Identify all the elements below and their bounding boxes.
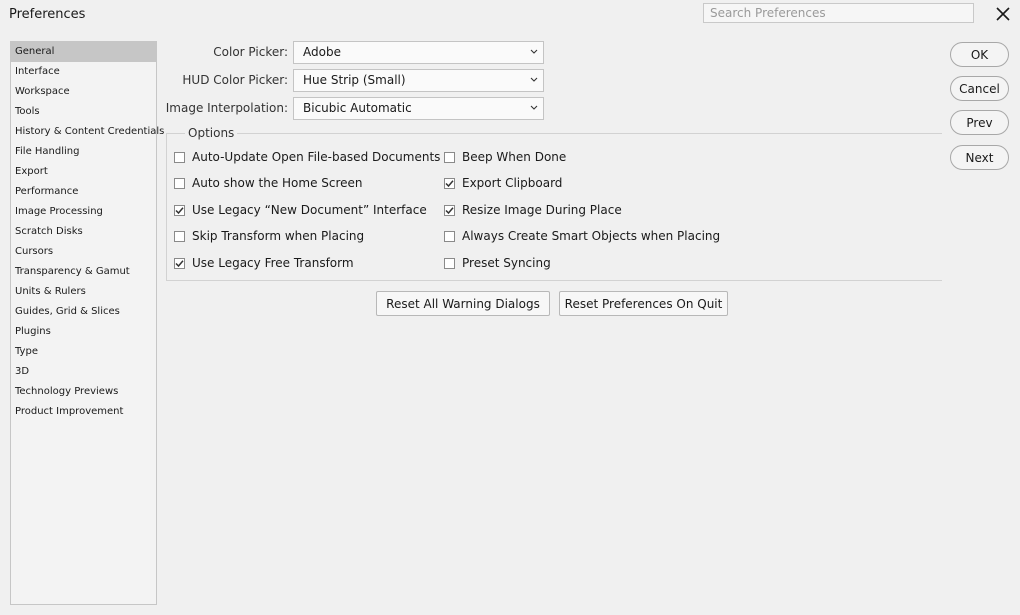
checkbox-box[interactable] — [444, 177, 455, 189]
checkmark-icon — [445, 206, 454, 214]
close-button[interactable] — [993, 4, 1013, 24]
reset-preferences-button[interactable]: Reset Preferences On Quit — [559, 291, 728, 316]
sidebar-item-file-handling[interactable]: File Handling — [11, 142, 156, 162]
hud-color-picker-value: Hue Strip (Small) — [303, 73, 406, 87]
sidebar-item-3d[interactable]: 3D — [11, 362, 156, 382]
checkbox-box[interactable] — [444, 257, 455, 269]
legacy-free-transform-checkbox[interactable]: Use Legacy Free Transform — [174, 256, 354, 270]
checkbox-box[interactable] — [444, 230, 455, 242]
chevron-down-icon — [530, 49, 538, 54]
prev-button[interactable]: Prev — [950, 110, 1009, 135]
sidebar-item-history[interactable]: History & Content Credentials — [11, 122, 164, 142]
sidebar-item-type[interactable]: Type — [11, 342, 156, 362]
window-title: Preferences — [9, 7, 86, 22]
sidebar-item-general[interactable]: General — [11, 42, 156, 62]
legacy-new-document-checkbox[interactable]: Use Legacy “New Document” Interface — [174, 203, 427, 217]
sidebar-item-scratch-disks[interactable]: Scratch Disks — [11, 222, 156, 242]
color-picker-select[interactable]: Adobe — [293, 41, 544, 64]
checkmark-icon — [175, 206, 184, 214]
checkmark-icon — [445, 179, 454, 187]
checkbox-label: Use Legacy Free Transform — [192, 256, 354, 270]
checkbox-box[interactable] — [174, 151, 185, 163]
image-interpolation-select[interactable]: Bicubic Automatic — [293, 97, 544, 120]
checkbox-label: Auto-Update Open File-based Documents — [192, 150, 441, 164]
hud-color-picker-select[interactable]: Hue Strip (Small) — [293, 69, 544, 92]
checkbox-label: Use Legacy “New Document” Interface — [192, 203, 427, 217]
chevron-down-icon — [530, 77, 538, 82]
options-legend: Options — [185, 126, 238, 140]
color-picker-value: Adobe — [303, 45, 341, 59]
checkbox-box[interactable] — [174, 204, 185, 216]
sidebar-item-cursors[interactable]: Cursors — [11, 242, 156, 262]
checkbox-label: Export Clipboard — [462, 176, 563, 190]
sidebar-item-image-processing[interactable]: Image Processing — [11, 202, 156, 222]
smart-objects-checkbox[interactable]: Always Create Smart Objects when Placing — [444, 229, 720, 243]
checkbox-label: Skip Transform when Placing — [192, 229, 365, 243]
checkbox-label: Always Create Smart Objects when Placing — [462, 229, 721, 243]
checkbox-box[interactable] — [444, 204, 455, 216]
export-clipboard-checkbox[interactable]: Export Clipboard — [444, 176, 562, 190]
sidebar-item-plugins[interactable]: Plugins — [11, 322, 156, 342]
ok-button[interactable]: OK — [950, 42, 1009, 67]
checkmark-icon — [175, 259, 184, 267]
hud-color-picker-label: HUD Color Picker: — [182, 73, 288, 87]
sidebar-item-product-improvement[interactable]: Product Improvement — [11, 402, 156, 422]
checkbox-box[interactable] — [174, 177, 185, 189]
auto-update-checkbox[interactable]: Auto-Update Open File-based Documents — [174, 150, 440, 164]
sidebar-item-performance[interactable]: Performance — [11, 182, 156, 202]
sidebar-item-units-rulers[interactable]: Units & Rulers — [11, 282, 156, 302]
preset-syncing-checkbox[interactable]: Preset Syncing — [444, 256, 551, 270]
checkbox-label: Resize Image During Place — [462, 203, 622, 217]
checkbox-label: Preset Syncing — [462, 256, 551, 270]
checkbox-label: Auto show the Home Screen — [192, 176, 363, 190]
reset-warning-dialogs-button[interactable]: Reset All Warning Dialogs — [376, 291, 550, 316]
sidebar-item-tools[interactable]: Tools — [11, 102, 156, 122]
close-icon — [996, 7, 1010, 21]
image-interpolation-label: Image Interpolation: — [165, 101, 288, 115]
sidebar-item-guides[interactable]: Guides, Grid & Slices — [11, 302, 156, 322]
color-picker-label: Color Picker: — [213, 45, 288, 59]
next-button[interactable]: Next — [950, 145, 1009, 170]
resize-image-during-place-checkbox[interactable]: Resize Image During Place — [444, 203, 622, 217]
image-interpolation-value: Bicubic Automatic — [303, 101, 412, 115]
beep-when-done-checkbox[interactable]: Beep When Done — [444, 150, 566, 164]
category-sidebar: General Interface Workspace Tools Histor… — [10, 41, 164, 605]
sidebar-item-transparency[interactable]: Transparency & Gamut — [11, 262, 156, 282]
chevron-down-icon — [530, 105, 538, 110]
title-bar: Preferences — [0, 0, 1020, 28]
checkbox-box[interactable] — [174, 257, 185, 269]
sidebar-item-workspace[interactable]: Workspace — [11, 82, 156, 102]
search-input[interactable] — [703, 3, 974, 23]
checkbox-box[interactable] — [174, 230, 185, 242]
sidebar-item-interface[interactable]: Interface — [11, 62, 156, 82]
auto-show-home-checkbox[interactable]: Auto show the Home Screen — [174, 176, 363, 190]
checkbox-label: Beep When Done — [462, 150, 567, 164]
checkbox-box[interactable] — [444, 151, 455, 163]
skip-transform-checkbox[interactable]: Skip Transform when Placing — [174, 229, 364, 243]
sidebar-item-export[interactable]: Export — [11, 162, 156, 182]
sidebar-item-technology-previews[interactable]: Technology Previews — [11, 382, 156, 402]
cancel-button[interactable]: Cancel — [950, 76, 1009, 101]
